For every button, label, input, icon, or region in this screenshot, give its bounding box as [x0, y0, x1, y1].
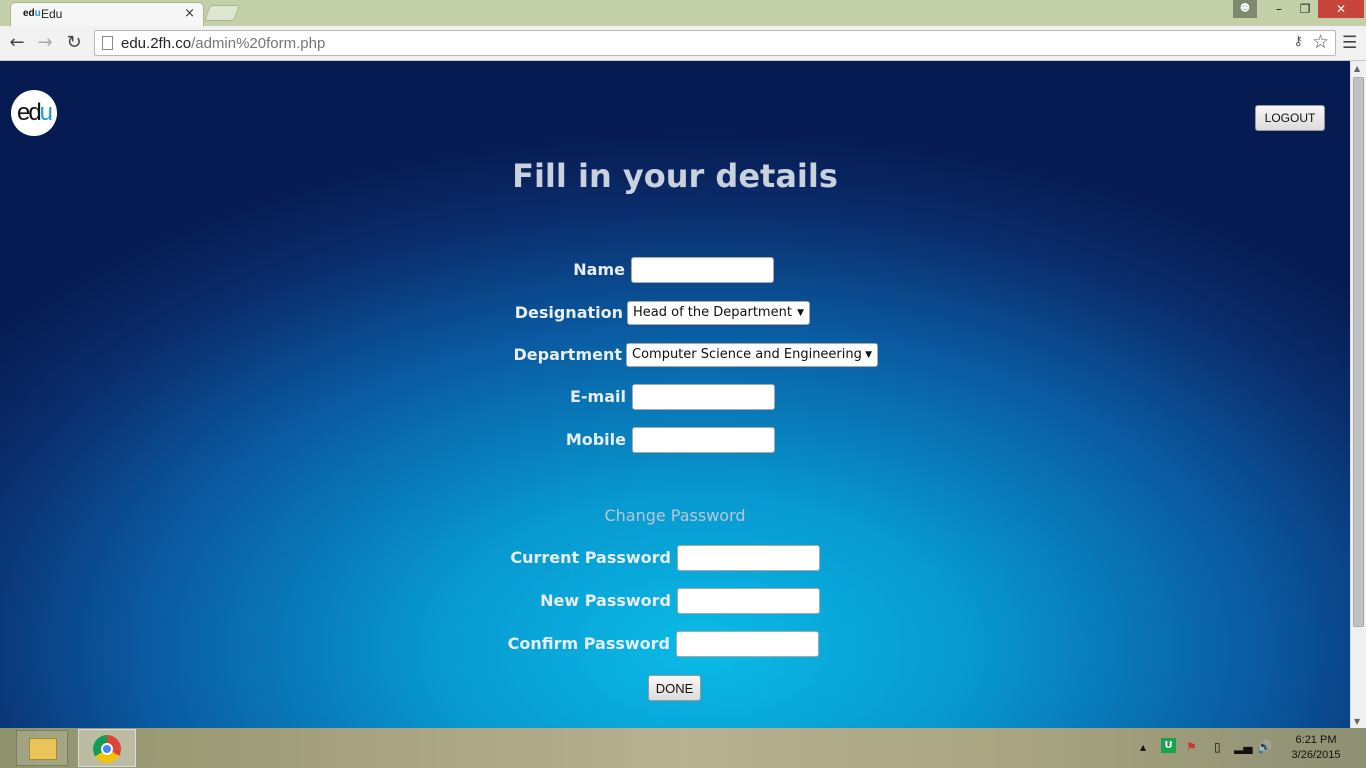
email-input[interactable]: [632, 384, 775, 410]
scroll-thumb[interactable]: [1353, 77, 1364, 627]
minimize-button[interactable]: –: [1266, 0, 1292, 18]
volume-icon[interactable]: 🔊: [1257, 740, 1272, 754]
new-password-input[interactable]: [677, 588, 820, 614]
close-window-button[interactable]: ✕: [1318, 0, 1364, 18]
scroll-down-icon[interactable]: ▼: [1354, 717, 1360, 726]
chrome-icon: [93, 735, 121, 763]
system-clock[interactable]: 6:21 PM 3/26/2015: [1284, 733, 1348, 763]
designation-select[interactable]: Head of the Department ▼: [627, 301, 810, 325]
browser-tab[interactable]: edu Edu ×: [10, 2, 204, 26]
designation-selected-value: Head of the Department: [633, 305, 792, 320]
bookmark-star-icon[interactable]: ☆: [1312, 31, 1329, 53]
clock-date: 3/26/2015: [1291, 749, 1341, 761]
browser-titlebar: edu Edu × ☻ – ❐ ✕: [0, 0, 1366, 26]
network-signal-icon[interactable]: ▂▄: [1234, 740, 1252, 754]
designation-label: Designation: [514, 303, 623, 322]
department-select[interactable]: Computer Science and Engineering ▼: [626, 343, 878, 367]
maximize-button[interactable]: ❐: [1292, 0, 1318, 18]
key-icon[interactable]: ⚷: [1293, 34, 1303, 49]
url-text: edu.2fh.co/admin%20form.php: [121, 35, 326, 52]
windows-taskbar: ▴ U ⚑ ▯ ▂▄ 🔊 6:21 PM 3/26/2015: [0, 728, 1366, 768]
mobile-label: Mobile: [565, 430, 626, 449]
done-button[interactable]: DONE: [648, 675, 701, 701]
address-bar[interactable]: edu.2fh.co/admin%20form.php ⚷ ☆: [94, 30, 1336, 56]
forward-arrow-icon[interactable]: →: [34, 32, 56, 54]
department-label: Department: [513, 345, 622, 364]
confirm-password-label: Confirm Password: [507, 634, 670, 653]
page-icon: [102, 36, 113, 50]
action-center-flag-icon[interactable]: ⚑: [1186, 740, 1197, 754]
email-label: E-mail: [569, 387, 626, 406]
back-arrow-icon[interactable]: ←: [6, 32, 28, 54]
new-tab-button[interactable]: [204, 5, 240, 21]
current-password-input[interactable]: [677, 545, 820, 571]
dropdown-arrow-icon: ▼: [797, 308, 804, 318]
tab-favicon-icon: edu: [23, 8, 41, 19]
tab-title: Edu: [41, 7, 63, 21]
browser-toolbar: ← → ↻ edu.2fh.co/admin%20form.php ⚷ ☆ ☰: [0, 26, 1366, 61]
current-password-label: Current Password: [510, 548, 671, 567]
edu-logo[interactable]: edu: [11, 90, 57, 136]
page-title: Fill in your details: [512, 157, 838, 195]
name-label: Name: [573, 260, 625, 279]
confirm-password-input[interactable]: [676, 631, 819, 657]
folder-icon: [29, 738, 57, 760]
user-profile-icon[interactable]: ☻: [1233, 0, 1257, 18]
app-tray-icon[interactable]: U: [1161, 738, 1176, 753]
change-password-heading: Change Password: [604, 506, 746, 525]
clock-time: 6:21 PM: [1295, 734, 1337, 746]
chrome-taskbar-button[interactable]: [78, 729, 136, 767]
page-scrollbar[interactable]: ▲ ▼: [1350, 61, 1366, 728]
department-selected-value: Computer Science and Engineering: [632, 347, 862, 362]
file-explorer-taskbar-button[interactable]: [16, 730, 68, 766]
tab-close-icon[interactable]: ×: [184, 6, 195, 21]
dropdown-arrow-icon: ▼: [865, 350, 872, 360]
mobile-input[interactable]: [632, 427, 775, 453]
logout-button[interactable]: LOGOUT: [1255, 105, 1325, 131]
name-input[interactable]: [631, 257, 774, 283]
battery-icon[interactable]: ▯: [1214, 740, 1221, 754]
reload-icon[interactable]: ↻: [63, 32, 85, 54]
show-hidden-icons-icon[interactable]: ▴: [1140, 740, 1146, 754]
url-path: /admin%20form.php: [191, 35, 326, 52]
scroll-up-icon[interactable]: ▲: [1354, 64, 1360, 73]
browser-menu-icon[interactable]: ☰: [1342, 33, 1357, 53]
new-password-label: New Password: [540, 591, 671, 610]
page-content: edu LOGOUT Fill in your details Name Des…: [0, 61, 1350, 728]
